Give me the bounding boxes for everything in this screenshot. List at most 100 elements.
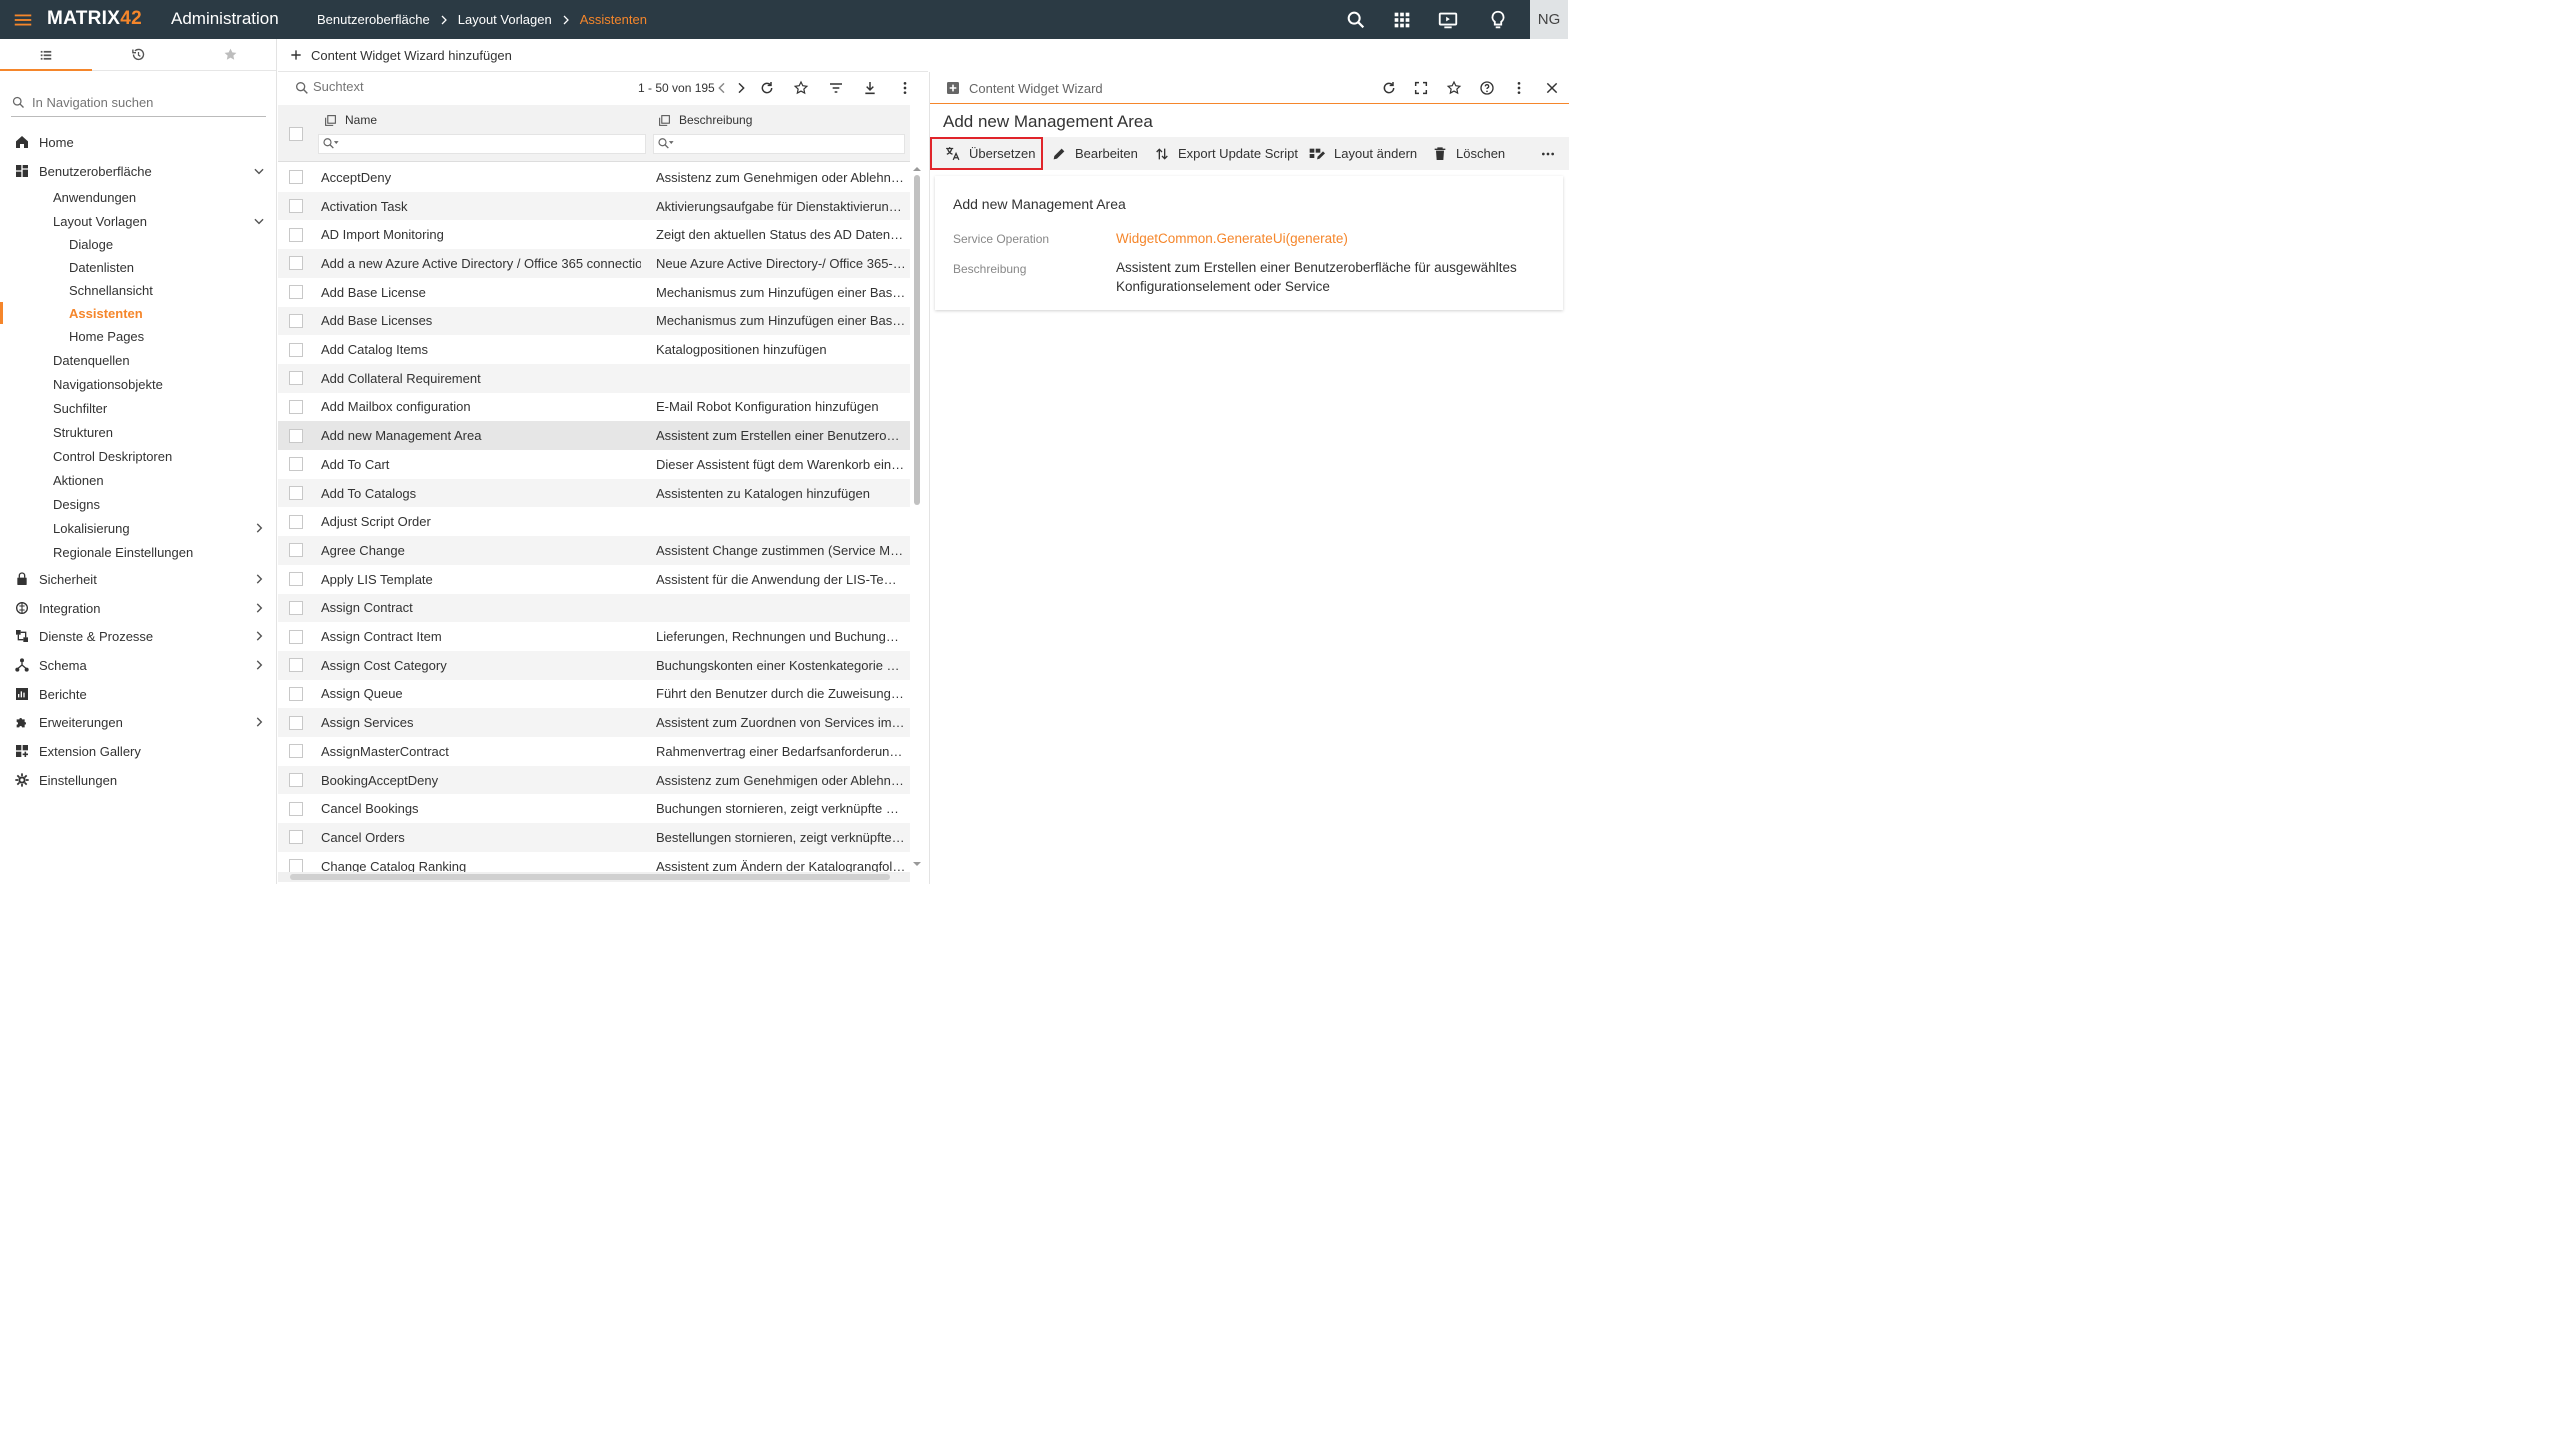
table-row[interactable]: Cancel Bookings Buchungen stornieren, zei… xyxy=(278,794,910,823)
row-checkbox[interactable] xyxy=(289,428,303,443)
add-content-widget-wizard-button[interactable]: Content Widget Wizard hinzufügen xyxy=(278,39,928,72)
hamburger-menu-icon[interactable] xyxy=(12,9,34,31)
select-all-checkbox[interactable] xyxy=(289,127,303,141)
help-icon[interactable] xyxy=(1479,80,1495,96)
table-row[interactable]: Add To Catalogs Assistenten zu Katalogen … xyxy=(278,478,910,508)
export-update-script-button[interactable]: Export Update Script xyxy=(1154,137,1298,170)
row-checkbox[interactable] xyxy=(289,399,303,414)
table-row[interactable]: Assign Cost Category Buchungskonten einer… xyxy=(278,650,910,680)
sidebar-item-integration[interactable]: Integration xyxy=(0,597,277,619)
row-checkbox[interactable] xyxy=(289,514,303,529)
sidebar-item-benutzeroberfläche[interactable]: Benutzeroberfläche xyxy=(0,160,277,182)
sidebar-item-control-deskriptoren[interactable]: Control Deskriptoren xyxy=(0,445,277,467)
row-checkbox[interactable] xyxy=(289,457,303,472)
favorite-star-icon[interactable] xyxy=(793,80,809,96)
service-operation-link[interactable]: WidgetCommon.GenerateUi(generate) xyxy=(1116,229,1536,248)
row-checkbox[interactable] xyxy=(289,686,303,701)
breadcrumb-benutzeroberflaeche[interactable]: Benutzeroberfläche xyxy=(317,12,430,27)
table-row[interactable]: Cancel Orders Bestellungen stornieren, ze… xyxy=(278,823,910,852)
row-checkbox[interactable] xyxy=(289,227,303,242)
lightbulb-icon[interactable] xyxy=(1487,9,1509,31)
table-row[interactable]: AssignMasterContract Rahmenvertrag einer … xyxy=(278,737,910,766)
chevron-right-icon[interactable] xyxy=(252,658,266,672)
change-layout-button[interactable]: Layout ändern xyxy=(1308,137,1417,170)
row-checkbox[interactable] xyxy=(289,629,303,644)
table-row[interactable]: Assign Services Assistent zum Zuordnen vo… xyxy=(278,708,910,737)
table-row[interactable]: Adjust Script Order xyxy=(278,507,910,536)
row-checkbox[interactable] xyxy=(289,371,303,386)
download-icon[interactable] xyxy=(862,80,878,96)
translate-button[interactable]: Übersetzen xyxy=(930,137,1043,170)
user-avatar[interactable]: NG xyxy=(1530,0,1568,39)
row-checkbox[interactable] xyxy=(289,715,303,730)
sidebar-item-aktionen[interactable]: Aktionen xyxy=(0,469,277,491)
table-row[interactable]: Add Collateral Requirement xyxy=(278,363,910,393)
row-checkbox[interactable] xyxy=(289,342,303,357)
chevron-down-icon[interactable] xyxy=(252,214,266,228)
column-header-name[interactable]: Name xyxy=(324,113,377,127)
table-row[interactable]: Add Catalog Items Katalogpositionen hinzu… xyxy=(278,335,910,364)
table-row[interactable]: Assign Contract Item Lieferungen, Rechnun… xyxy=(278,622,910,651)
sidebar-item-navigationsobjekte[interactable]: Navigationsobjekte xyxy=(0,373,277,395)
sidebar-item-dialoge[interactable]: Dialoge xyxy=(0,233,277,255)
fullscreen-icon[interactable] xyxy=(1413,80,1429,96)
sidebar-item-schnellansicht[interactable]: Schnellansicht xyxy=(0,279,277,301)
table-row[interactable]: Add To Cart Dieser Assistent fügt dem War… xyxy=(278,450,910,479)
chevron-right-icon[interactable] xyxy=(252,629,266,643)
tab-navigation-list[interactable] xyxy=(0,39,92,71)
chevron-right-icon[interactable] xyxy=(252,715,266,729)
table-row[interactable]: Assign Contract xyxy=(278,593,910,623)
row-checkbox[interactable] xyxy=(289,801,303,816)
table-row[interactable]: Agree Change Assistent Change zustimmen (… xyxy=(278,536,910,565)
sidebar-item-extension-gallery[interactable]: Extension Gallery xyxy=(0,740,277,762)
table-row[interactable]: Add a new Azure Active Directory / Offic… xyxy=(278,249,910,278)
chevron-right-icon[interactable] xyxy=(252,601,266,615)
apps-grid-icon[interactable] xyxy=(1391,9,1413,31)
column-header-beschreibung[interactable]: Beschreibung xyxy=(658,113,752,127)
tab-history[interactable] xyxy=(92,39,184,70)
row-checkbox[interactable] xyxy=(289,256,303,271)
beschreibung-column-filter[interactable] xyxy=(653,134,905,154)
close-icon[interactable] xyxy=(1544,80,1560,96)
table-row[interactable]: Apply LIS Template Assistent für die Anwe… xyxy=(278,565,910,594)
delete-button[interactable]: Löschen xyxy=(1432,137,1505,170)
row-checkbox[interactable] xyxy=(289,658,303,673)
sidebar-item-layout-vorlagen[interactable]: Layout Vorlagen xyxy=(0,210,277,232)
row-checkbox[interactable] xyxy=(289,170,303,185)
sidebar-item-erweiterungen[interactable]: Erweiterungen xyxy=(0,711,277,733)
table-row[interactable]: Add new Management Area Assistent zum Ers… xyxy=(278,421,910,450)
edit-button[interactable]: Bearbeiten xyxy=(1051,137,1138,170)
scrollbar-thumb[interactable] xyxy=(290,874,890,880)
chevron-down-icon[interactable] xyxy=(252,164,266,178)
row-checkbox[interactable] xyxy=(289,600,303,615)
row-checkbox[interactable] xyxy=(289,543,303,558)
list-search-input[interactable] xyxy=(313,79,513,94)
sidebar-item-berichte[interactable]: Berichte xyxy=(0,683,277,705)
table-row[interactable]: BookingAcceptDeny Assistenz zum Genehmige… xyxy=(278,765,910,795)
sidebar-item-schema[interactable]: Schema xyxy=(0,654,277,676)
row-checkbox[interactable] xyxy=(289,285,303,300)
favorite-star-icon[interactable] xyxy=(1446,80,1462,96)
sidebar-item-regionale-einstellungen[interactable]: Regionale Einstellungen xyxy=(0,541,277,563)
sidebar-item-suchfilter[interactable]: Suchfilter xyxy=(0,397,277,419)
sidebar-item-datenquellen[interactable]: Datenquellen xyxy=(0,349,277,371)
more-vertical-icon[interactable] xyxy=(1511,80,1527,96)
chevron-right-icon[interactable] xyxy=(252,572,266,586)
sidebar-item-einstellungen[interactable]: Einstellungen xyxy=(0,769,277,791)
chevron-right-icon[interactable] xyxy=(252,521,266,535)
row-checkbox[interactable] xyxy=(289,744,303,759)
more-horizontal-icon[interactable] xyxy=(1540,137,1564,170)
next-page-icon[interactable] xyxy=(733,80,749,96)
navigation-search-input[interactable] xyxy=(32,95,252,110)
refresh-icon[interactable] xyxy=(759,80,775,96)
table-row[interactable]: Add Base License Mechanismus zum Hinzufüg… xyxy=(278,278,910,307)
table-row[interactable]: Add Base Licenses Mechanismus zum Hinzufü… xyxy=(278,306,910,336)
row-checkbox[interactable] xyxy=(289,313,303,328)
breadcrumb-layout-vorlagen[interactable]: Layout Vorlagen xyxy=(458,12,552,27)
row-checkbox[interactable] xyxy=(289,773,303,788)
sidebar-item-assistenten[interactable]: Assistenten xyxy=(0,302,277,324)
presentation-icon[interactable] xyxy=(1437,9,1459,31)
sidebar-item-anwendungen[interactable]: Anwendungen xyxy=(0,186,277,208)
navigation-search[interactable] xyxy=(11,89,266,117)
horizontal-scrollbar[interactable] xyxy=(278,872,910,882)
